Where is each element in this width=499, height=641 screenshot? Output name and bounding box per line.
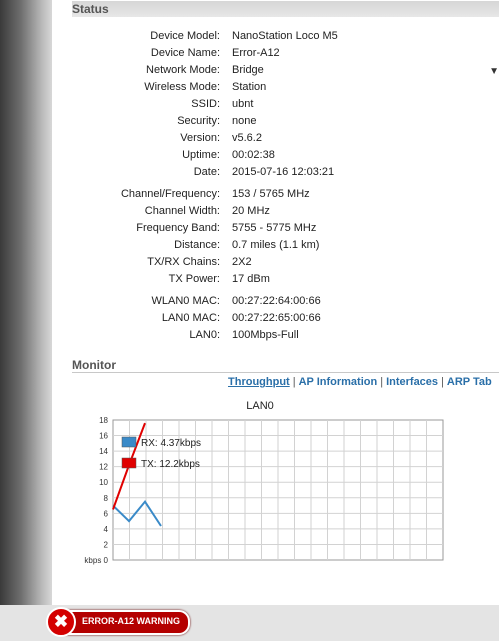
status-row-key: LAN0: bbox=[189, 329, 220, 341]
status-row: Channel/Frequency: 153 / 5765 MHz bbox=[52, 186, 499, 202]
status-row: Device Name: Error-A12 bbox=[52, 45, 499, 61]
status-row-key: TX/RX Chains: bbox=[147, 256, 220, 268]
status-row-key: Device Model: bbox=[150, 30, 220, 42]
y-tick-label: 8 bbox=[104, 494, 109, 503]
tab-separator: | bbox=[380, 376, 384, 388]
status-row-value: 5755 - 5775 MHz bbox=[232, 222, 317, 234]
legend-label: TX: 12.2kbps bbox=[141, 459, 200, 470]
status-row-key: Security: bbox=[177, 115, 220, 127]
status-row: Version: v5.6.2 bbox=[52, 130, 499, 146]
status-row: LAN0 MAC: 00:27:22:65:00:66 bbox=[52, 310, 499, 326]
status-row: Network Mode: Bridge bbox=[52, 62, 499, 78]
status-row-key: Network Mode: bbox=[146, 64, 220, 76]
left-sidebar-shade bbox=[0, 0, 52, 605]
tab-throughput[interactable]: Throughput bbox=[228, 376, 290, 388]
y-tick-label: 16 bbox=[99, 432, 108, 441]
status-row-value: 00:27:22:64:00:66 bbox=[232, 295, 321, 307]
status-row-key: Channel Width: bbox=[144, 205, 220, 217]
status-row-value: 2X2 bbox=[232, 256, 252, 268]
status-row-value: Error-A12 bbox=[232, 47, 280, 59]
status-section-header: Status bbox=[72, 1, 499, 17]
status-row-value: none bbox=[232, 115, 257, 127]
status-row-key: SSID: bbox=[191, 98, 220, 110]
status-row: WLAN0 MAC: 00:27:22:64:00:66 bbox=[52, 293, 499, 309]
status-row-key: Frequency Band: bbox=[136, 222, 220, 234]
status-row-value: 0.7 miles (1.1 km) bbox=[232, 239, 320, 251]
status-row-value: NanoStation Loco M5 bbox=[232, 30, 338, 42]
legend-swatch bbox=[121, 436, 137, 448]
status-row-key: LAN0 MAC: bbox=[161, 312, 220, 324]
status-row-key: Date: bbox=[193, 166, 220, 178]
chart-title: LAN0 bbox=[246, 400, 274, 412]
status-row-value: 00:02:38 bbox=[232, 149, 275, 161]
status-row: Device Model: NanoStation Loco M5 bbox=[52, 28, 499, 44]
status-row: Wireless Mode: Station bbox=[52, 79, 499, 95]
status-row: TX Power: 17 dBm bbox=[52, 271, 499, 287]
status-row-value: v5.6.2 bbox=[232, 132, 262, 144]
status-row: SSID: ubnt bbox=[52, 96, 499, 112]
status-row: LAN0: 100Mbps-Full bbox=[52, 327, 499, 343]
status-row-value: Station bbox=[232, 81, 267, 93]
warning-badge[interactable]: ✖ ERROR-A12 WARNING bbox=[46, 607, 190, 637]
monitor-section-header: Monitor bbox=[72, 356, 499, 373]
tab-ap-information[interactable]: AP Information bbox=[299, 376, 378, 388]
status-row-value: 00:27:22:65:00:66 bbox=[232, 312, 321, 324]
status-row-key: Version: bbox=[180, 132, 220, 144]
status-row-key: Channel/Frequency: bbox=[120, 188, 220, 200]
legend-swatch bbox=[121, 457, 137, 469]
status-row-value: 153 / 5765 MHz bbox=[232, 188, 310, 200]
y-tick-label: 2 bbox=[104, 540, 109, 549]
tab-interfaces[interactable]: Interfaces bbox=[386, 376, 438, 388]
tab-separator: | bbox=[292, 376, 296, 388]
status-row-key: Uptime: bbox=[182, 149, 220, 161]
status-row: Security: none bbox=[52, 113, 499, 129]
status-row-key: TX Power: bbox=[168, 273, 220, 285]
error-x-icon: ✖ bbox=[46, 607, 76, 637]
main-panel: Status ▼ Device Model: NanoStation Loco M… bbox=[52, 0, 499, 605]
status-row: Channel Width: 20 MHz bbox=[52, 203, 499, 219]
status-row-key: Device Name: bbox=[150, 47, 220, 59]
y-tick-label: 6 bbox=[104, 509, 109, 518]
tab-separator: | bbox=[441, 376, 444, 388]
y-tick-label: 4 bbox=[104, 525, 109, 534]
status-row: TX/RX Chains: 2X2 bbox=[52, 254, 499, 270]
y-tick-label: 14 bbox=[99, 447, 108, 456]
monitor-tabs: Throughput | AP Information | Interfaces | ARP… bbox=[228, 376, 492, 388]
status-row: Uptime: 00:02:38 bbox=[52, 147, 499, 163]
status-row-value: 17 dBm bbox=[232, 273, 270, 285]
status-row-key: WLAN0 MAC: bbox=[151, 295, 220, 307]
warning-label: ERROR-A12 WARNING bbox=[82, 616, 181, 626]
status-row-value: 100Mbps-Full bbox=[232, 329, 299, 341]
status-row-value: 20 MHz bbox=[232, 205, 270, 217]
status-row-value: ubnt bbox=[232, 98, 254, 110]
y-tick-label: kbps 0 bbox=[84, 556, 108, 565]
throughput-chart: 18 16 14 12 10 8 6 4 2 kbps 0 RX: 4.37kbps TX: 12.2… bbox=[84, 416, 444, 565]
y-tick-label: 10 bbox=[99, 478, 108, 487]
legend-label: RX: 4.37kbps bbox=[141, 438, 201, 449]
y-tick-label: 12 bbox=[99, 463, 108, 472]
status-title: Status bbox=[72, 2, 109, 16]
tab-arp-table[interactable]: ARP Tab bbox=[447, 376, 492, 388]
status-row: Distance: 0.7 miles (1.1 km) bbox=[52, 237, 499, 253]
status-row-key: Wireless Mode: bbox=[144, 81, 220, 93]
monitor-title: Monitor bbox=[72, 358, 116, 372]
y-tick-label: 18 bbox=[99, 416, 108, 425]
status-row: Date: 2015-07-16 12:03:21 bbox=[52, 164, 499, 180]
status-row: Frequency Band: 5755 - 5775 MHz bbox=[52, 220, 499, 236]
status-row-value: Bridge bbox=[232, 64, 264, 76]
status-row-value: 2015-07-16 12:03:21 bbox=[232, 166, 335, 178]
status-row-key: Distance: bbox=[174, 239, 220, 251]
